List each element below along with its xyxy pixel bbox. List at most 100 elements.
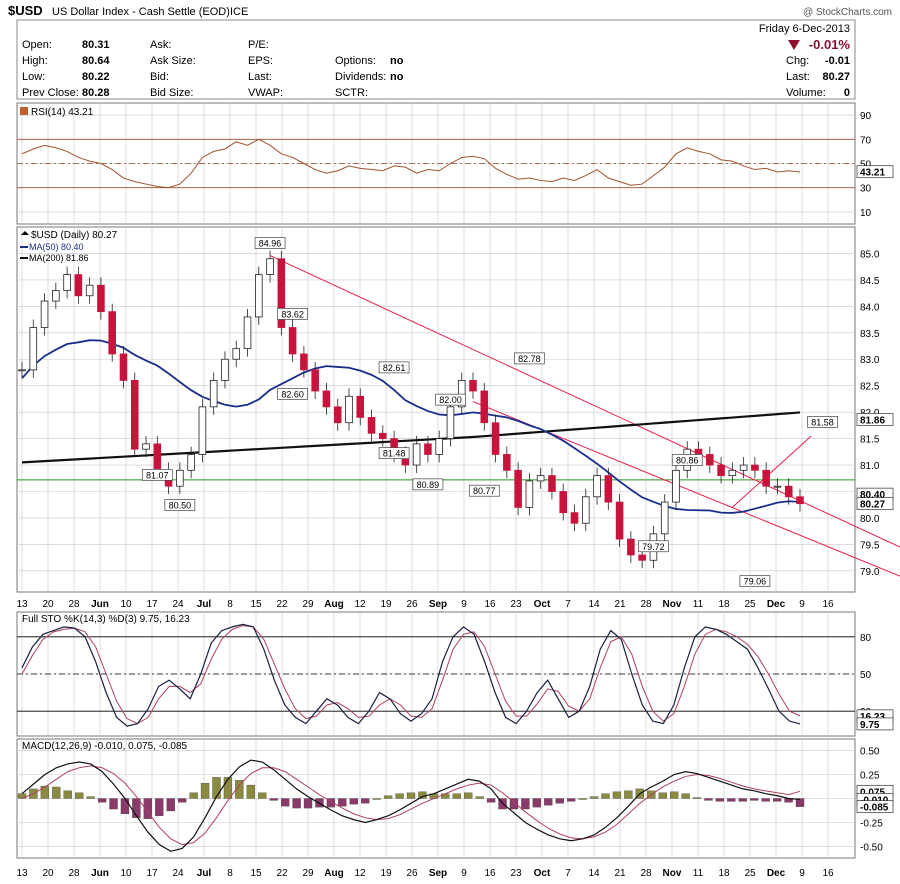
macd-histogram-bar <box>681 793 690 799</box>
quote-box <box>16 19 856 100</box>
macd-histogram-bar <box>624 790 633 799</box>
macd-histogram-bar <box>692 797 702 799</box>
quote-label: Dividends: <box>335 71 386 83</box>
macd-histogram-bar <box>200 782 210 799</box>
x-tick-label: 11 <box>693 868 704 879</box>
candle <box>706 454 714 466</box>
candle <box>379 432 387 439</box>
x-tick-label: 18 <box>718 868 730 879</box>
y-tick-label: 79.5 <box>860 540 880 551</box>
x-tick-label: Aug <box>324 599 343 610</box>
y-tick-label: 82.5 <box>860 382 880 393</box>
candle <box>209 380 218 408</box>
x-tick-label: Sep <box>429 868 447 879</box>
macd-histogram-bar <box>166 798 175 812</box>
candle <box>525 480 534 508</box>
sto-legend: Full STO %K(14,3) %D(3) 9.75, 16.23 <box>22 614 190 625</box>
x-tick-label: 7 <box>565 599 571 610</box>
x-tick-label: 23 <box>510 868 522 879</box>
y-tick-label: 80.0 <box>860 514 880 525</box>
x-tick-label: 22 <box>276 868 288 879</box>
quote-label: Options: <box>335 55 376 67</box>
candle <box>142 443 150 450</box>
macd-histogram-bar <box>612 791 622 799</box>
candle <box>300 353 308 371</box>
quote-label: Ask: <box>150 39 171 51</box>
x-tick-label: 9 <box>799 599 805 610</box>
y-tick-label: 81.0 <box>860 461 880 472</box>
macd-histogram-bar <box>464 792 473 799</box>
price-legend: $USD (Daily) 80.27 <box>31 230 118 241</box>
x-tick-label: 13 <box>16 868 28 879</box>
candle <box>480 390 489 424</box>
candle <box>356 395 365 418</box>
x-tick-label: Sep <box>429 599 447 610</box>
x-tick-label: 7 <box>565 868 571 879</box>
candle <box>187 454 195 471</box>
x-tick-label: 17 <box>146 868 158 879</box>
macd-histogram-bar <box>589 796 599 799</box>
x-tick-label: 16 <box>822 868 834 879</box>
macd-histogram-bar <box>475 796 484 799</box>
x-tick-label: 24 <box>172 868 184 879</box>
candle <box>176 469 184 487</box>
macd-histogram-bar <box>750 798 759 801</box>
quote-value: 80.22 <box>82 71 110 83</box>
price-right-label: 80.27 <box>860 500 885 511</box>
price-annotation: 82.61 <box>383 363 406 373</box>
chart-name: US Dollar Index - Cash Settle (EOD) <box>52 6 230 18</box>
rsi-panel: 9070503010RSI(14) 43.2143.21 <box>16 102 894 225</box>
chart-symbol: $USD <box>8 3 43 18</box>
rsi-legend-swatch <box>20 107 28 115</box>
candle <box>638 554 646 561</box>
ma200-legend: MA(200) 81.86 <box>29 253 89 263</box>
y-tick-label: 83.5 <box>860 329 880 340</box>
candle <box>63 274 71 291</box>
x-tick-label: 22 <box>276 599 288 610</box>
candle <box>29 327 38 371</box>
price-annotation: 83.62 <box>281 309 304 319</box>
macd-histogram-bar <box>658 792 667 799</box>
price-annotation: 79.72 <box>642 542 665 552</box>
y-tick-label: -0.50 <box>860 842 883 853</box>
price-annotation: 80.77 <box>473 486 496 496</box>
macd-histogram-bar <box>223 777 233 799</box>
price-annotation: 79.06 <box>744 577 767 587</box>
quote-label: Low: <box>22 71 45 83</box>
candle <box>153 443 162 471</box>
candle <box>694 448 703 455</box>
quote-label: High: <box>22 55 48 67</box>
x-tick-label: 8 <box>227 868 233 879</box>
x-tick-label: 21 <box>614 868 626 879</box>
x-tick-label: Nov <box>663 868 682 879</box>
macd-histogram-bar <box>486 798 496 803</box>
macd-histogram-bar <box>189 792 198 799</box>
change-percent: -0.01% <box>809 37 851 52</box>
candle <box>762 469 770 487</box>
candle <box>773 485 782 488</box>
x-tick-label: Jul <box>197 868 212 879</box>
macd-histogram-bar <box>372 798 381 800</box>
candle <box>221 358 229 381</box>
candle <box>119 353 128 381</box>
y-tick-label: 0.50 <box>860 747 880 758</box>
x-tick-label: 9 <box>461 599 467 610</box>
candle <box>322 390 331 408</box>
quote-value: 80.27 <box>822 71 850 83</box>
candle <box>615 501 624 540</box>
quote-value: 0 <box>844 87 850 99</box>
y-tick-label: 84.5 <box>860 276 880 287</box>
x-axis-top: 13 20 28 Jun 10 17 24 Jul 8 15 22 29 Aug 12 19 26 Sep 9 16… <box>16 599 834 610</box>
quote-label: Bid Size: <box>150 87 193 99</box>
quote-label: Chg: <box>786 55 809 67</box>
macd-histogram-bar <box>75 792 84 799</box>
macd-histogram-bar <box>452 793 461 799</box>
macd-histogram-bar <box>761 798 770 802</box>
y-tick-label: 81.5 <box>860 435 880 446</box>
candle <box>412 443 421 466</box>
x-tick-label: 21 <box>614 599 626 610</box>
quote-date: Friday 6-Dec-2013 <box>759 23 850 35</box>
candle <box>333 406 342 424</box>
candle <box>548 475 556 492</box>
macd-histogram-bar <box>109 798 118 810</box>
